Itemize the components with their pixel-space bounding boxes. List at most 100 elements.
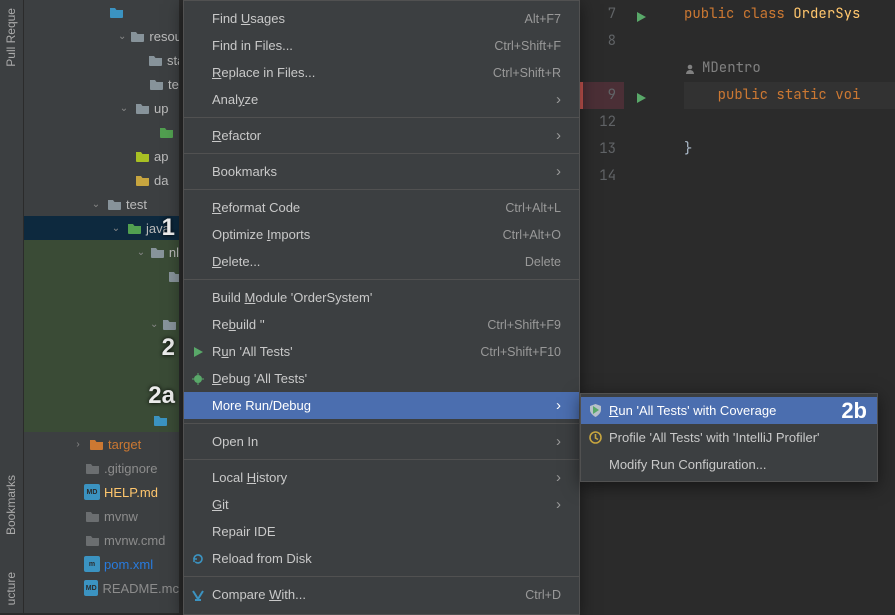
reload-icon <box>190 551 206 567</box>
expand-chevron-icon[interactable]: ⌄ <box>118 31 126 42</box>
menu-item-label: Open In <box>212 434 548 449</box>
tree-row[interactable] <box>24 360 179 384</box>
tree-item-label: test <box>126 197 147 212</box>
expand-chevron-icon[interactable]: ⌄ <box>110 223 122 234</box>
editor-code[interactable]: public class OrderSys MDentro public stat… <box>624 0 895 393</box>
menu-item[interactable]: Delete...Delete <box>184 248 579 275</box>
code-line[interactable] <box>684 163 895 190</box>
editor-gutter: 789121314 <box>580 0 624 393</box>
gutter-line: 12 <box>580 109 624 136</box>
menu-shortcut: Ctrl+Shift+F <box>494 39 561 53</box>
tree-row[interactable] <box>24 264 179 288</box>
menu-item[interactable]: Build Module 'OrderSystem' <box>184 284 579 311</box>
folder-icon <box>108 4 124 20</box>
tree-row[interactable]: te <box>24 72 179 96</box>
expand-chevron-icon[interactable]: › <box>72 439 84 450</box>
expand-chevron-icon[interactable]: ⌄ <box>136 247 146 258</box>
menu-item[interactable]: Reload from Disk <box>184 545 579 572</box>
code-line[interactable] <box>684 28 895 55</box>
code-line[interactable] <box>684 109 895 136</box>
tree-row[interactable]: da <box>24 168 179 192</box>
menu-item-label: Run 'All Tests' <box>212 344 480 359</box>
menu-item[interactable]: Debug 'All Tests' <box>184 365 579 392</box>
gutter-line: 9 <box>580 82 624 109</box>
submenu-item[interactable]: Profile 'All Tests' with 'IntelliJ Profi… <box>581 424 877 451</box>
tree-row[interactable]: mvnw <box>24 504 179 528</box>
tree-row[interactable]: ⌄resou <box>24 24 179 48</box>
tree-row[interactable]: mpom.xml <box>24 552 179 576</box>
menu-item[interactable]: Local History› <box>184 464 579 491</box>
code-line[interactable]: } <box>684 136 895 163</box>
submenu-arrow-icon: › <box>556 469 561 486</box>
expand-chevron-icon[interactable]: ⌄ <box>90 199 102 210</box>
tree-row[interactable]: MDREADME.mc <box>24 576 179 600</box>
menu-item[interactable]: Git› <box>184 491 579 518</box>
menu-item[interactable]: Reformat CodeCtrl+Alt+L <box>184 194 579 221</box>
menu-separator <box>184 576 579 577</box>
code-line[interactable]: public class OrderSys <box>684 1 895 28</box>
tree-item-label: nl <box>169 245 179 260</box>
submenu-arrow-icon: › <box>556 496 561 513</box>
tree-item-label: ap <box>154 149 168 164</box>
tree-row[interactable] <box>24 0 179 24</box>
code-line[interactable]: public static voi <box>684 82 895 109</box>
annotation-number: 2b <box>841 398 867 424</box>
tree-row[interactable]: mvnw.cmd <box>24 528 179 552</box>
menu-item[interactable]: Rebuild ''Ctrl+Shift+F9 <box>184 311 579 338</box>
project-tree[interactable]: ⌄resoustate⌄upapda⌄test⌄java1⌄nl⌄22a›tar… <box>24 0 180 613</box>
menu-item[interactable]: Analyze› <box>184 86 579 113</box>
menu-item[interactable]: Run 'All Tests'Ctrl+Shift+F10 <box>184 338 579 365</box>
submenu-arrow-icon: › <box>556 163 561 180</box>
editor[interactable]: 789121314 public class OrderSys MDentro p… <box>580 0 895 393</box>
menu-item[interactable]: Replace in Files...Ctrl+Shift+R <box>184 59 579 86</box>
submenu-item[interactable]: Modify Run Configuration... <box>581 451 877 478</box>
tree-row[interactable] <box>24 288 179 312</box>
tool-tab-bookmarks[interactable]: Bookmarks <box>0 467 22 543</box>
menu-item-label: Debug 'All Tests' <box>212 371 561 386</box>
folder-icon <box>148 76 164 92</box>
menu-item-label: Analyze <box>212 92 548 107</box>
run-gutter-icon[interactable] <box>634 88 648 115</box>
tool-window-bar: Pull Reque Bookmarks ucture <box>0 0 24 613</box>
run-gutter-icon[interactable] <box>634 7 648 34</box>
tool-tab-pull-requests[interactable]: Pull Reque <box>0 0 22 75</box>
menu-item[interactable]: Repair IDE <box>184 518 579 545</box>
tree-row[interactable]: ⌄ test <box>24 192 179 216</box>
tree-row[interactable] <box>24 120 179 144</box>
file-icon: m <box>84 556 100 572</box>
gutter-line: 14 <box>580 163 624 190</box>
tree-row[interactable]: 2a <box>24 384 179 408</box>
tree-row[interactable] <box>24 408 179 432</box>
menu-item[interactable]: Find in Files...Ctrl+Shift+F <box>184 32 579 59</box>
menu-item[interactable]: Open In› <box>184 428 579 455</box>
submenu-item[interactable]: Run 'All Tests' with Coverage2b <box>581 397 877 424</box>
expand-chevron-icon[interactable]: ⌄ <box>150 319 158 330</box>
menu-item-label: Optimize Imports <box>212 227 503 242</box>
tree-row[interactable]: MDHELP.md <box>24 480 179 504</box>
tree-row[interactable]: ⌄ nl <box>24 240 179 264</box>
code-line[interactable]: MDentro <box>684 55 895 82</box>
tree-row[interactable]: ⌄ up <box>24 96 179 120</box>
tool-tab-label: Pull Reque <box>4 8 18 67</box>
folder-icon <box>168 268 180 284</box>
menu-item[interactable]: More Run/Debug› <box>184 392 579 419</box>
tree-row[interactable]: ⌄java1 <box>24 216 179 240</box>
tool-tab-structure[interactable]: ucture <box>0 564 22 613</box>
tree-row[interactable]: ⌄ <box>24 312 179 336</box>
menu-separator <box>184 423 579 424</box>
tree-row[interactable]: 2 <box>24 336 179 360</box>
tree-row[interactable]: › target <box>24 432 179 456</box>
tree-item-label: up <box>154 101 168 116</box>
expand-chevron-icon[interactable]: ⌄ <box>118 103 130 114</box>
menu-item[interactable]: Compare With...Ctrl+D <box>184 581 579 608</box>
menu-item[interactable]: Optimize ImportsCtrl+Alt+O <box>184 221 579 248</box>
menu-item[interactable]: Find UsagesAlt+F7 <box>184 5 579 32</box>
menu-item[interactable]: Refactor› <box>184 122 579 149</box>
tree-row[interactable]: .gitignore <box>24 456 179 480</box>
menu-item-label: Find in Files... <box>212 38 494 53</box>
menu-item[interactable]: Bookmarks› <box>184 158 579 185</box>
tree-item-label: target <box>108 437 141 452</box>
tree-row[interactable]: ap <box>24 144 179 168</box>
tree-item-label: mvnw.cmd <box>104 533 165 548</box>
tree-row[interactable]: sta <box>24 48 179 72</box>
